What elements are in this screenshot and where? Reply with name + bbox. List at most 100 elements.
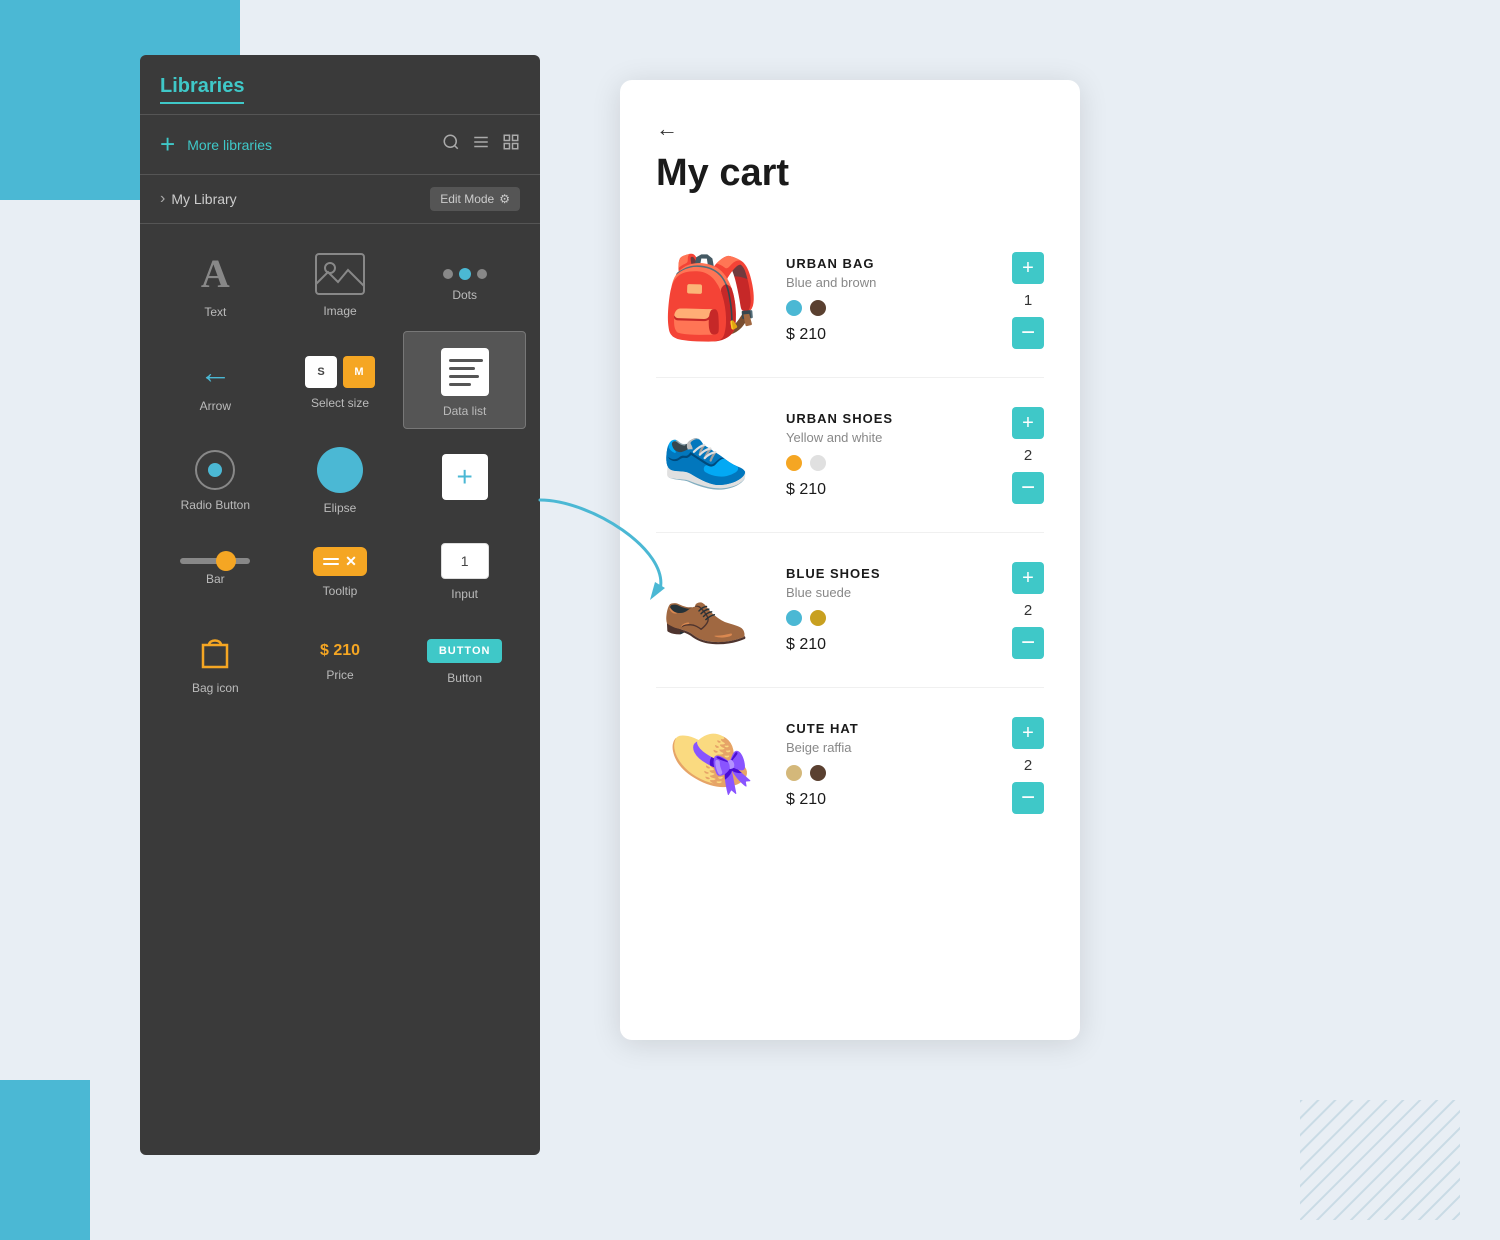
component-image-label: Image (323, 304, 356, 318)
component-text[interactable]: A Text (154, 234, 277, 329)
component-tooltip-label: Tooltip (323, 584, 358, 598)
component-data-list[interactable]: Data list (403, 331, 526, 429)
item-colors (786, 610, 992, 626)
tooltip-icon: ✕ (313, 547, 367, 576)
component-input[interactable]: 1 Input (403, 527, 526, 611)
bag-icon (193, 629, 237, 673)
component-radio-button[interactable]: Radio Button (154, 431, 277, 525)
component-dots[interactable]: Dots (403, 234, 526, 329)
quantity-decrease-button[interactable]: − (1012, 472, 1044, 504)
quantity-decrease-button[interactable]: − (1012, 317, 1044, 349)
color-swatch (786, 300, 802, 316)
component-arrow-label: Arrow (200, 399, 231, 413)
component-bag-label: Bag icon (192, 681, 239, 695)
quantity-increase-button[interactable]: + (1012, 717, 1044, 749)
image-icon (314, 252, 366, 296)
item-colors (786, 455, 992, 471)
item-quantity: + 2 − (1012, 717, 1044, 814)
search-icon[interactable] (442, 133, 460, 156)
component-tooltip[interactable]: ✕ Tooltip (279, 527, 402, 611)
component-select-size[interactable]: S M Select size (279, 331, 402, 429)
quantity-value: 2 (1024, 602, 1032, 619)
item-info: BLUE SHOES Blue suede $ 210 (786, 566, 992, 654)
quantity-value: 2 (1024, 757, 1032, 774)
quantity-value: 1 (1024, 292, 1032, 309)
item-image: 👞 (656, 555, 766, 665)
bar-icon (180, 558, 250, 564)
color-swatch (810, 300, 826, 316)
svg-text:👞: 👞 (661, 566, 751, 646)
cart-item: 👒 CUTE HAT Beige raffia $ 210 + 2 − (656, 688, 1044, 842)
item-desc: Blue suede (786, 585, 992, 600)
item-colors (786, 765, 992, 781)
back-button[interactable]: ← (656, 116, 1044, 142)
item-price: $ 210 (786, 481, 992, 499)
ellipse-icon (317, 447, 363, 493)
component-input-label: Input (451, 587, 478, 601)
input-icon: 1 (441, 543, 489, 579)
item-name: CUTE HAT (786, 721, 992, 736)
item-info: CUTE HAT Beige raffia $ 210 (786, 721, 992, 809)
cart-item: 👟 URBAN SHOES Yellow and white $ 210 + 2… (656, 378, 1044, 533)
component-button[interactable]: BUTTON Button (403, 613, 526, 705)
quantity-decrease-button[interactable]: − (1012, 782, 1044, 814)
radio-button-icon (195, 450, 235, 490)
sidebar-title: Libraries (160, 75, 244, 104)
button-icon: BUTTON (427, 639, 503, 663)
component-image[interactable]: Image (279, 234, 402, 329)
more-libraries-link[interactable]: More libraries (187, 137, 430, 153)
sidebar-header: Libraries (140, 55, 540, 115)
item-name: URBAN SHOES (786, 411, 992, 426)
item-quantity: + 2 − (1012, 407, 1044, 504)
list-icon[interactable] (472, 133, 490, 156)
component-data-list-label: Data list (443, 404, 486, 418)
item-info: URBAN BAG Blue and brown $ 210 (786, 256, 992, 344)
item-colors (786, 300, 992, 316)
item-image: 👟 (656, 400, 766, 510)
item-price: $ 210 (786, 791, 992, 809)
component-button-label: Button (447, 671, 482, 685)
item-quantity: + 2 − (1012, 562, 1044, 659)
text-icon: A (201, 250, 230, 297)
color-swatch (786, 610, 802, 626)
svg-text:🎒: 🎒 (661, 252, 761, 345)
add-library-button[interactable]: + (160, 129, 175, 160)
component-bag-icon[interactable]: Bag icon (154, 613, 277, 705)
color-swatch (786, 765, 802, 781)
svg-text:👒: 👒 (666, 721, 756, 801)
quantity-increase-button[interactable]: + (1012, 407, 1044, 439)
quantity-increase-button[interactable]: + (1012, 252, 1044, 284)
component-add[interactable]: + (403, 431, 526, 525)
cart-title: My cart (656, 152, 1044, 195)
component-bar-label: Bar (206, 572, 225, 586)
component-price[interactable]: $ 210 Price (279, 613, 402, 705)
component-select-size-label: Select size (311, 396, 369, 410)
svg-text:👟: 👟 (661, 411, 751, 493)
dots-icon (443, 268, 487, 280)
data-list-icon (441, 348, 489, 396)
item-info: URBAN SHOES Yellow and white $ 210 (786, 411, 992, 499)
quantity-decrease-button[interactable]: − (1012, 627, 1044, 659)
cart-item: 🎒 URBAN BAG Blue and brown $ 210 + 1 − (656, 223, 1044, 378)
component-ellipse[interactable]: Elipse (279, 431, 402, 525)
item-desc: Blue and brown (786, 275, 992, 290)
select-size-icon: S M (305, 356, 375, 388)
sidebar-toolbar: + More libraries (140, 115, 540, 175)
component-arrow[interactable]: ← Arrow (154, 331, 277, 429)
add-icon: + (442, 454, 488, 500)
component-price-label: Price (326, 668, 353, 682)
component-bar[interactable]: Bar (154, 527, 277, 611)
library-row: › My Library Edit Mode ⚙ (140, 175, 540, 224)
edit-mode-button[interactable]: Edit Mode ⚙ (430, 187, 520, 211)
item-desc: Yellow and white (786, 430, 992, 445)
item-name: URBAN BAG (786, 256, 992, 271)
component-radio-label: Radio Button (181, 498, 250, 512)
item-quantity: + 1 − (1012, 252, 1044, 349)
chevron-icon: › (160, 190, 165, 208)
color-swatch (810, 455, 826, 471)
library-name-label[interactable]: › My Library (160, 190, 237, 208)
item-desc: Beige raffia (786, 740, 992, 755)
cart-item: 👞 BLUE SHOES Blue suede $ 210 + 2 − (656, 533, 1044, 688)
quantity-increase-button[interactable]: + (1012, 562, 1044, 594)
grid-icon[interactable] (502, 133, 520, 156)
